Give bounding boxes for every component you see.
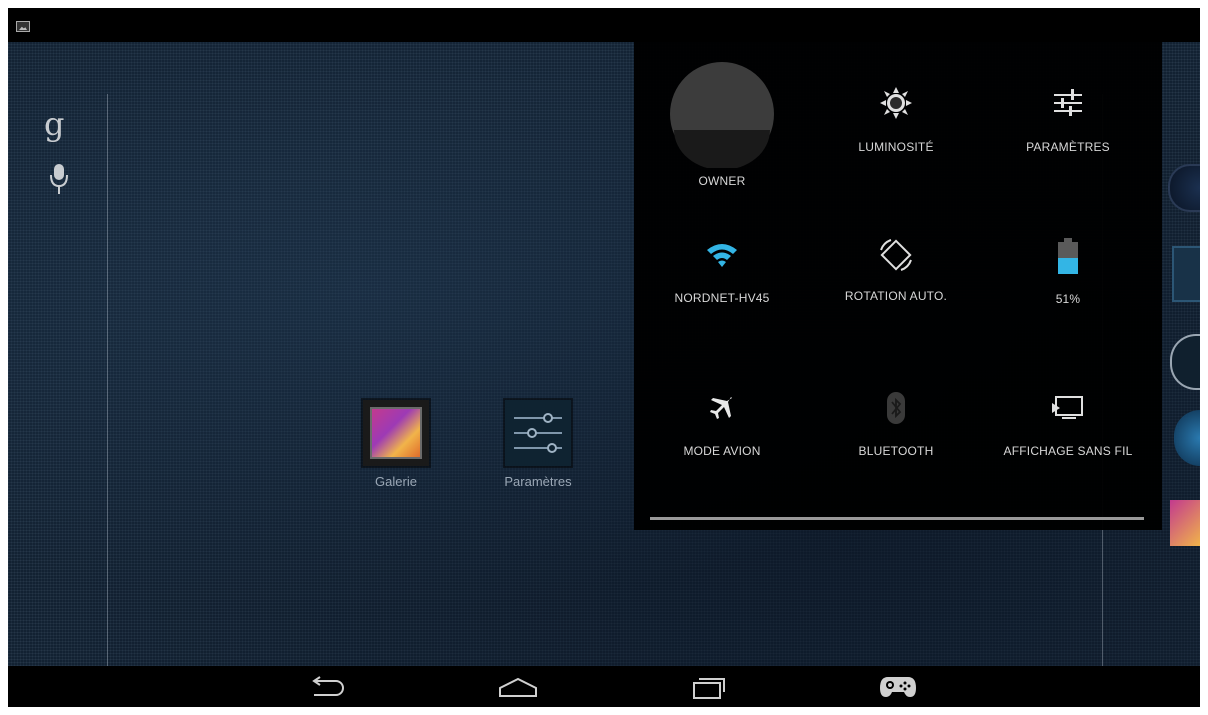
gamepad-icon [880,677,916,697]
image-notification-icon[interactable] [16,21,30,32]
qs-tile-wifi[interactable]: NORDNET-HV45 [638,240,806,305]
dock-app-icon[interactable] [1174,410,1200,466]
navigation-bar [8,666,1200,707]
quick-settings-panel: OWNER LUMINOSITÉ PARAMÈTRES NORDNET-HV45… [634,42,1162,530]
gamepad-button[interactable] [874,672,922,702]
bluetooth-icon [887,392,905,424]
app-galerie[interactable]: Galerie [351,400,441,489]
recents-icon [693,678,725,699]
qs-battery-label: 51% [1055,292,1081,306]
left-page-divider [107,94,108,686]
qs-tile-battery[interactable]: 51% [984,238,1152,306]
qs-tile-rotation[interactable]: ROTATION AUTO. [812,236,980,303]
dock-gallery-icon[interactable] [1170,500,1200,546]
dock-app-icon[interactable] [1172,246,1200,302]
wireless-display-icon [1052,396,1083,419]
qs-tile-bluetooth[interactable]: BLUETOOTH [812,392,980,458]
qs-tile-wireless-display[interactable]: AFFICHAGE SANS FIL [984,394,1152,458]
user-avatar-icon [670,62,774,168]
qs-tile-brightness[interactable]: LUMINOSITÉ [812,86,980,154]
qs-brightness-label: LUMINOSITÉ [858,140,934,154]
app-parametres[interactable]: Paramètres [493,400,583,489]
qs-tile-airplane[interactable]: MODE AVION [638,392,806,458]
battery-level-fill [1058,258,1078,274]
qs-tile-settings[interactable]: PARAMÈTRES [984,86,1152,154]
gallery-icon [363,400,429,466]
home-icon [499,677,537,697]
recents-button[interactable] [684,672,732,702]
dock-app-icon[interactable] [1168,164,1200,212]
qs-owner-label: OWNER [698,174,746,188]
qs-bluetooth-label: BLUETOOTH [858,444,934,458]
qs-wifi-label: NORDNET-HV45 [674,291,770,305]
battery-icon [1058,238,1078,274]
tablet-screen: g Galerie Paramètres OWNER LUMINOSITÉ PA… [8,8,1200,707]
qs-tile-owner[interactable]: OWNER [638,60,806,188]
app-galerie-label: Galerie [375,474,417,489]
app-parametres-label: Paramètres [504,474,572,489]
microphone-icon[interactable] [48,160,70,204]
settings-sliders-icon [1054,89,1082,116]
home-button[interactable] [494,672,542,702]
qs-airplane-label: MODE AVION [683,444,761,458]
qs-settings-label: PARAMÈTRES [1026,140,1110,154]
qs-wireless-display-label: AFFICHAGE SANS FIL [1003,444,1133,458]
qs-rotation-label: ROTATION AUTO. [844,289,948,303]
airplane-icon [710,397,732,419]
brightness-icon [880,87,912,119]
status-bar [8,8,1200,42]
google-search-icon[interactable]: g [44,108,64,140]
all-apps-icon[interactable] [1170,334,1200,390]
wifi-icon [707,244,737,267]
back-icon [312,676,344,696]
back-button[interactable] [302,672,350,702]
settings-app-icon [505,400,571,466]
rotation-icon [880,239,912,271]
quick-settings-drag-handle[interactable] [650,517,1144,520]
